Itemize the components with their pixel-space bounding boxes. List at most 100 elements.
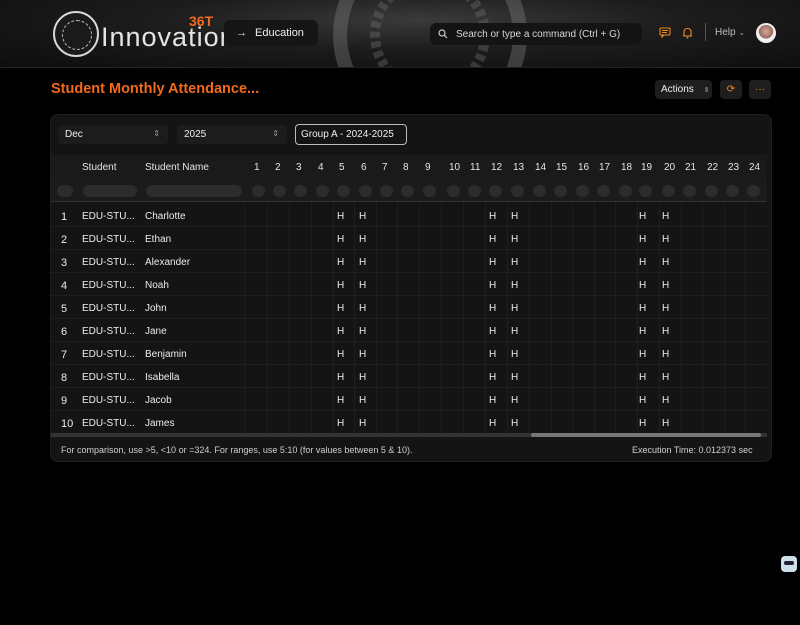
- month-select[interactable]: Dec ⇕: [58, 125, 168, 144]
- column-filter-input[interactable]: [83, 185, 137, 197]
- search-placeholder: Search or type a command (Ctrl + G): [456, 28, 621, 40]
- header-student[interactable]: Student: [82, 162, 116, 173]
- column-filter-input[interactable]: [447, 185, 460, 197]
- header-student-name[interactable]: Student Name: [145, 162, 209, 173]
- column-divider: [376, 202, 377, 433]
- header-day[interactable]: 5: [339, 162, 345, 173]
- column-filter-input[interactable]: [57, 185, 73, 197]
- row-number: 1: [61, 211, 68, 223]
- help-menu[interactable]: Help ⌄: [715, 27, 745, 38]
- scrollbar-thumb[interactable]: [531, 433, 761, 437]
- header-day[interactable]: 19: [641, 162, 652, 173]
- column-filter-input[interactable]: [489, 185, 502, 197]
- column-filter-input[interactable]: [511, 185, 524, 197]
- attendance-cell-holiday: H: [662, 257, 670, 268]
- attendance-cell-holiday: H: [337, 280, 345, 291]
- attendance-cell-holiday: H: [662, 280, 670, 291]
- student-name: Benjamin: [145, 349, 187, 360]
- year-value: 2025: [184, 129, 207, 140]
- column-filter-input[interactable]: [747, 185, 760, 197]
- column-filter-input[interactable]: [576, 185, 589, 197]
- column-divider: [659, 202, 660, 433]
- header-day[interactable]: 15: [556, 162, 567, 173]
- header-day[interactable]: 12: [491, 162, 502, 173]
- column-filter-input[interactable]: [662, 185, 675, 197]
- column-divider: [724, 202, 725, 433]
- row-number: 5: [61, 303, 68, 315]
- column-filter-input[interactable]: [423, 185, 436, 197]
- header-day[interactable]: 2: [275, 162, 281, 173]
- refresh-button[interactable]: ⟳: [720, 80, 742, 99]
- attendance-cell-holiday: H: [662, 372, 670, 383]
- header-day[interactable]: 11: [470, 162, 480, 173]
- column-filter-input[interactable]: [597, 185, 610, 197]
- notes-icon[interactable]: [659, 27, 671, 38]
- header-day[interactable]: 9: [425, 162, 431, 173]
- horizontal-scrollbar[interactable]: [51, 433, 767, 437]
- column-filter-input[interactable]: [533, 185, 546, 197]
- header-day[interactable]: 1: [254, 162, 260, 173]
- column-filter-input[interactable]: [619, 185, 632, 197]
- header-day[interactable]: 18: [621, 162, 632, 173]
- column-filter-input[interactable]: [683, 185, 696, 197]
- column-filter-input[interactable]: [554, 185, 567, 197]
- filter-hint: For comparison, use >5, <10 or =324. For…: [61, 445, 413, 455]
- column-filter-input[interactable]: [316, 185, 329, 197]
- row-number: 10: [61, 418, 74, 430]
- column-divider: [311, 202, 312, 433]
- user-avatar[interactable]: [756, 23, 776, 43]
- attendance-cell-holiday: H: [511, 349, 519, 360]
- header-day[interactable]: 22: [707, 162, 718, 173]
- logo-seal[interactable]: [53, 11, 99, 57]
- header-day[interactable]: 23: [728, 162, 739, 173]
- header-day[interactable]: 21: [685, 162, 696, 173]
- group-input[interactable]: Group A - 2024-2025: [295, 124, 407, 145]
- header-day[interactable]: 16: [578, 162, 589, 173]
- header-day[interactable]: 8: [403, 162, 409, 173]
- attendance-cell-holiday: H: [337, 372, 345, 383]
- search-bar[interactable]: Search or type a command (Ctrl + G): [430, 23, 642, 45]
- header-day[interactable]: 4: [318, 162, 324, 173]
- column-filter-input[interactable]: [294, 185, 307, 197]
- more-options-button[interactable]: ···: [749, 80, 771, 99]
- assistant-bot-icon[interactable]: [781, 556, 797, 572]
- logo-text[interactable]: Innovation: [101, 22, 236, 53]
- bell-icon[interactable]: [682, 27, 693, 39]
- attendance-cell-holiday: H: [359, 211, 367, 222]
- attendance-cell-holiday: H: [639, 303, 647, 314]
- column-filter-input[interactable]: [146, 185, 242, 197]
- breadcrumb-education[interactable]: → Education: [224, 20, 318, 46]
- attendance-cell-holiday: H: [662, 211, 670, 222]
- header-day[interactable]: 7: [382, 162, 388, 173]
- column-filter-input[interactable]: [359, 185, 372, 197]
- column-filter-input[interactable]: [401, 185, 414, 197]
- attendance-cell-holiday: H: [511, 257, 519, 268]
- header-day[interactable]: 17: [599, 162, 610, 173]
- column-filter-input[interactable]: [380, 185, 393, 197]
- header-day[interactable]: 3: [296, 162, 302, 173]
- column-divider: [615, 202, 616, 433]
- column-divider: [594, 202, 595, 433]
- attendance-cell-holiday: H: [489, 303, 497, 314]
- header-day[interactable]: 20: [664, 162, 675, 173]
- column-filter-input[interactable]: [273, 185, 286, 197]
- attendance-cell-holiday: H: [489, 326, 497, 337]
- more-icon: ···: [755, 84, 765, 95]
- column-filter-input[interactable]: [726, 185, 739, 197]
- column-filter-input[interactable]: [705, 185, 718, 197]
- column-filter-input[interactable]: [639, 185, 652, 197]
- row-number: 6: [61, 326, 68, 338]
- actions-button[interactable]: Actions ⇕: [655, 80, 712, 99]
- header-day[interactable]: 24: [749, 162, 760, 173]
- column-filter-input[interactable]: [468, 185, 481, 197]
- header-day[interactable]: 10: [449, 162, 460, 173]
- header-day[interactable]: 13: [513, 162, 524, 173]
- column-filter-input[interactable]: [252, 185, 265, 197]
- student-id: EDU-STU...: [82, 234, 135, 245]
- column-filter-input[interactable]: [337, 185, 350, 197]
- year-select[interactable]: 2025 ⇕: [177, 125, 287, 144]
- header-day[interactable]: 6: [361, 162, 367, 173]
- header-day[interactable]: 14: [535, 162, 546, 173]
- attendance-table: Student Student Name 1 2 3 4 5 6 7 8 9 10 11 12 13 14…: [51, 155, 767, 433]
- attendance-cell-holiday: H: [511, 395, 519, 406]
